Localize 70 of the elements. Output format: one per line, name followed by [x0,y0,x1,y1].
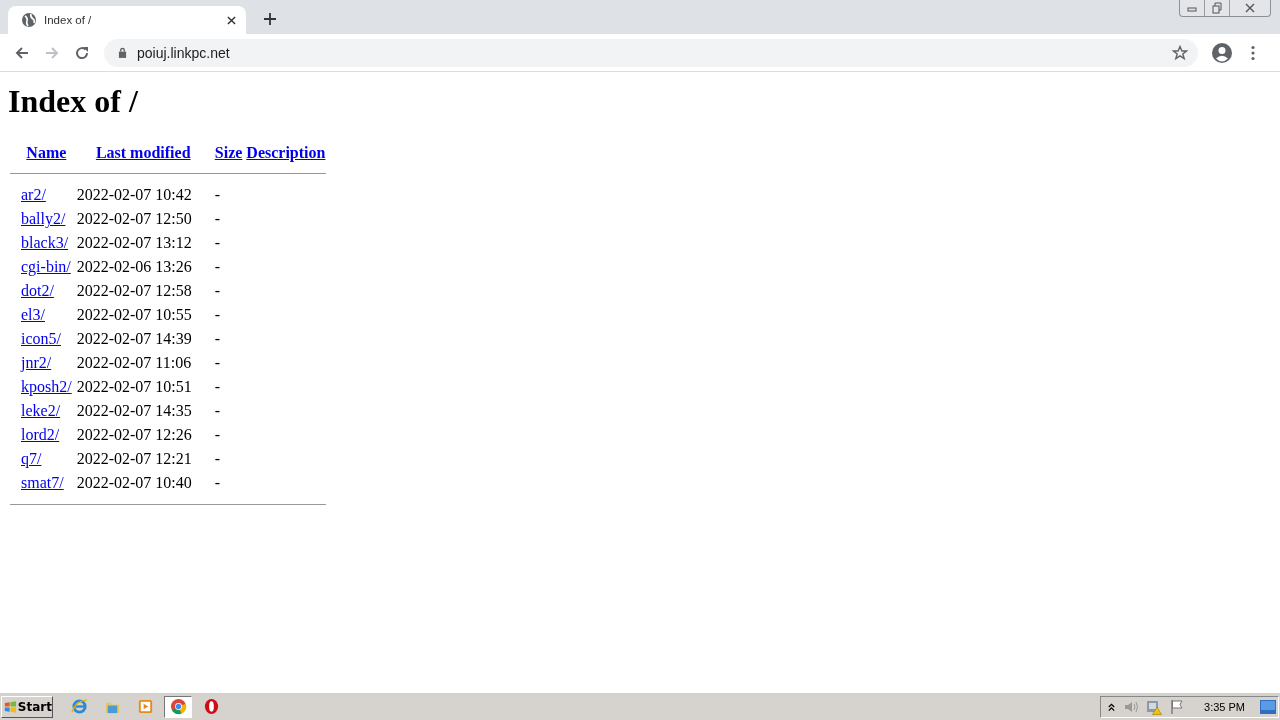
plus-icon[interactable] [264,13,276,25]
menu-icon[interactable] [1251,44,1255,61]
size-text: - [214,306,221,323]
date-cell-text: 2022-02-07 10:51 [75,377,193,397]
media-player-icon[interactable] [136,698,154,715]
date-cell-text: 2022-02-07 13:12 [75,233,193,253]
size-text: - [214,234,221,251]
show-desktop-icon[interactable] [1260,699,1276,714]
size-text: - [214,210,221,227]
folder-link[interactable]: lord2/ [21,426,60,443]
folder-link[interactable]: icon5/ [21,330,61,347]
folder-link[interactable]: ar2/ [21,186,46,203]
clock[interactable]: 3:35 PM [1204,700,1245,713]
ie-icon[interactable] [70,698,88,715]
star-icon[interactable] [1172,44,1188,61]
reload-icon[interactable] [74,44,90,61]
date-cell-text: 2022-02-07 12:26 [75,425,193,445]
date-cell-text: 2022-02-07 12:50 [75,209,193,229]
size-text: - [214,402,221,419]
folder-link[interactable]: jnr2/ [21,354,52,371]
date-cell-text: 2022-02-07 14:39 [75,329,193,349]
folder-link[interactable]: cgi-bin/ [21,258,71,275]
size-text: - [214,258,221,275]
size-text: - [214,426,221,443]
close-icon[interactable] [227,15,236,25]
size-text: - [214,354,221,371]
restore-icon [1211,2,1223,14]
size-text: - [214,282,221,299]
date-cell-text: 2022-02-07 10:40 [75,473,193,493]
folder-link[interactable]: el3/ [21,306,45,323]
date-cell-text: 2022-02-07 12:58 [75,281,193,301]
folder-link[interactable]: leke2/ [21,402,61,419]
browser-tab[interactable]: Index of / [8,6,246,34]
date-cell-text: 2022-02-07 12:21 [75,449,193,469]
column-header-link[interactable]: Size [214,144,243,162]
chrome-icon[interactable] [169,698,187,715]
size-text: - [214,450,221,467]
page-heading: Index of / [8,83,138,120]
folder-link[interactable]: bally2/ [21,210,66,227]
date-cell-text: 2022-02-07 11:06 [75,353,193,373]
account-icon[interactable] [1212,42,1232,63]
date-cell-text: 2022-02-07 10:55 [75,305,193,325]
column-header-link[interactable]: Description [246,144,326,162]
folder-link[interactable]: black3/ [21,234,69,251]
windows-logo-icon [4,698,17,715]
date-cell-text: 2022-02-07 14:35 [75,401,193,421]
address-bar[interactable]: poiuj.linkpc.net [104,38,1198,67]
taskbar-button[interactable] [164,695,192,718]
folder-link[interactable]: kposh2/ [21,378,72,395]
start-label: Start [17,699,52,714]
date-cell-text: 2022-02-06 13:26 [75,257,193,277]
folder-link[interactable]: dot2/ [21,282,54,299]
back-icon[interactable] [14,44,30,61]
lock-icon [118,47,127,58]
size-text: - [214,330,221,347]
globe-icon [21,12,37,28]
date-cell-text: 2022-02-07 10:42 [75,185,193,205]
opera-icon[interactable] [202,698,220,715]
url-text: poiuj.linkpc.net [137,44,231,61]
folder-link[interactable]: smat7/ [21,474,64,491]
close-icon [1244,2,1256,14]
folder-link[interactable]: q7/ [21,450,42,467]
start-button[interactable]: Start [1,695,53,718]
flag-icon[interactable] [1169,698,1186,715]
column-header-link[interactable]: Name [26,144,67,162]
size-text: - [214,474,221,491]
size-text: - [214,378,221,395]
column-header-link[interactable]: Last modified [95,144,191,162]
tab-title: Index of / [44,14,93,26]
size-text: - [214,186,221,203]
